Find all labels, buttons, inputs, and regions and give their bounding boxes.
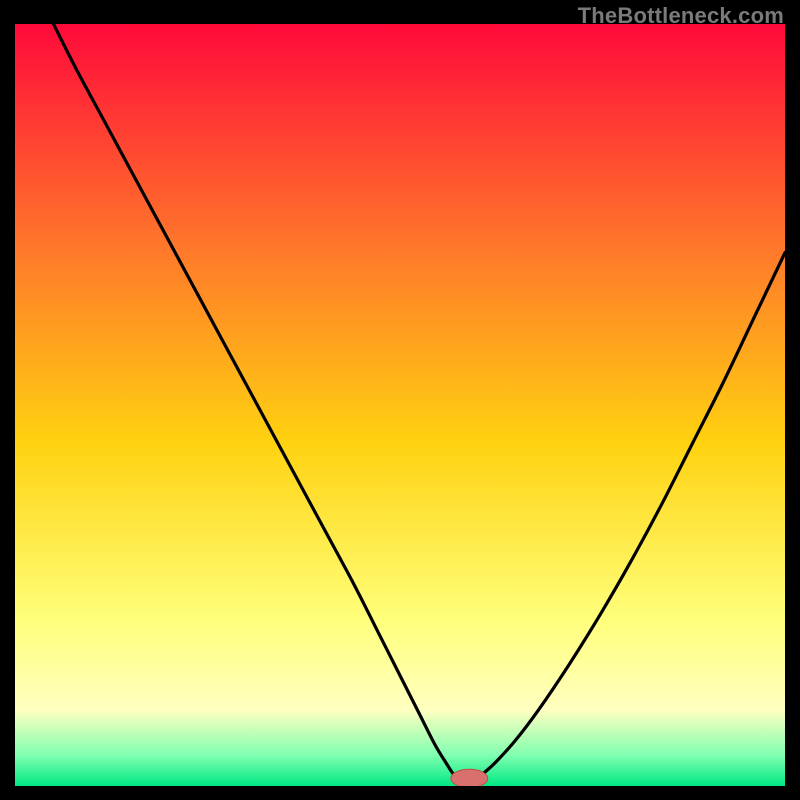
bottleneck-chart xyxy=(15,24,785,786)
optimal-point-marker xyxy=(451,769,488,786)
gradient-background xyxy=(15,24,785,786)
